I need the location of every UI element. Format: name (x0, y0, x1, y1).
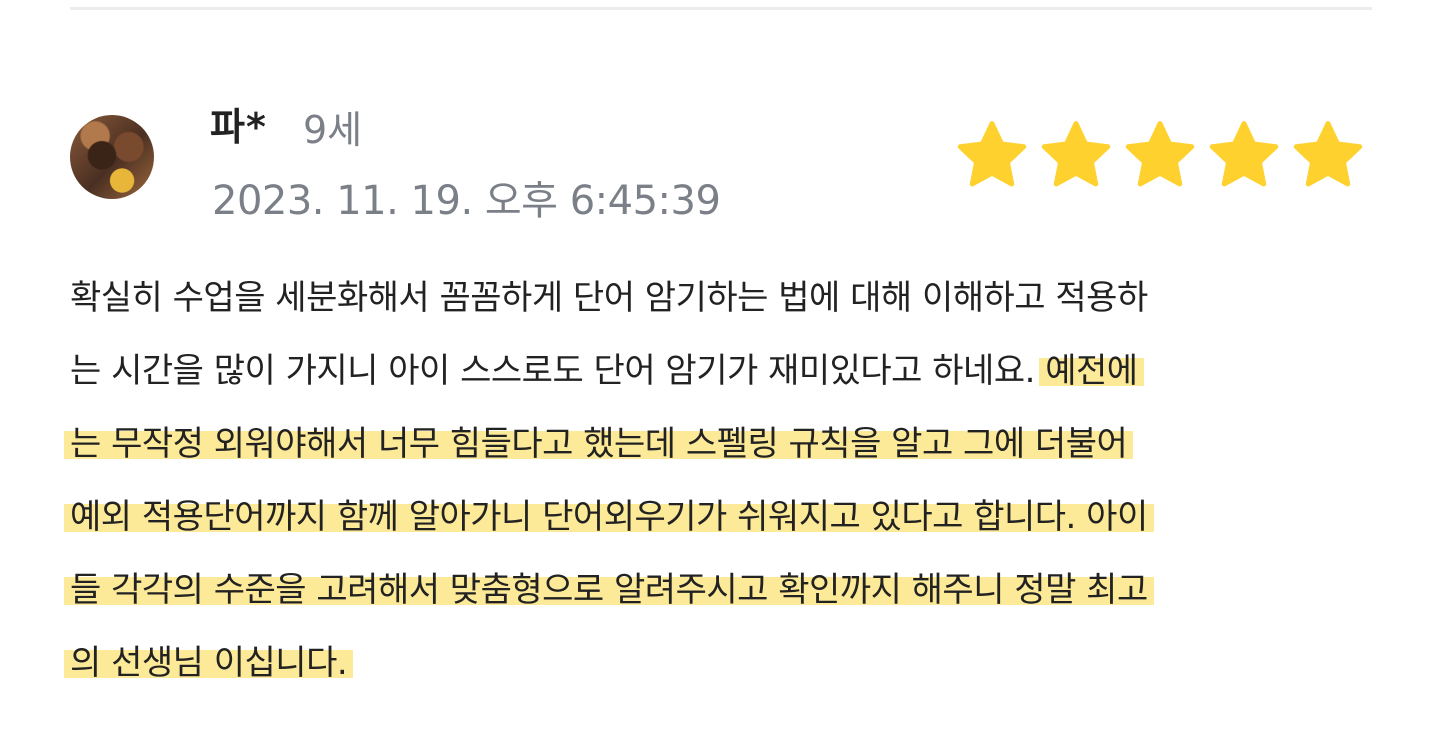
review-highlighted-text: 예외 적용단어까지 함께 알아가니 단어외우기가 쉬워지고 있다고 합니다. 아… (64, 497, 1154, 537)
review-line: 는 시간을 많이 가지니 아이 스스로도 단어 암기가 재미있다고 하네요. 예… (70, 341, 1380, 414)
avatar (70, 115, 154, 199)
star-icon (1293, 121, 1363, 187)
star-rating (955, 118, 1365, 196)
star-icon (1125, 121, 1195, 187)
review-highlighted-text: 는 무작정 외워야해서 너무 힘들다고 했는데 스펠링 규칙을 알고 그에 더불… (64, 424, 1134, 464)
review-line: 예외 적용단어까지 함께 알아가니 단어외우기가 쉬워지고 있다고 합니다. 아… (64, 487, 1380, 560)
star-icon (1041, 121, 1111, 187)
author-name: 파* (210, 105, 267, 149)
top-divider (70, 7, 1372, 10)
review-date: 2023. 11. 19. 오후 6:45:39 (212, 178, 721, 224)
star-icon (1209, 121, 1279, 187)
review-highlighted-text: 의 선생님 이십니다. (64, 643, 354, 683)
review-line: 의 선생님 이십니다. (64, 633, 1380, 706)
review-line: 들 각각의 수준을 고려해서 맞춤형으로 알려주시고 확인까지 해주니 정말 최… (64, 560, 1380, 633)
review-line: 는 무작정 외워야해서 너무 힘들다고 했는데 스펠링 규칙을 알고 그에 더불… (64, 414, 1380, 487)
review-highlighted-text: 예전에 (1039, 351, 1144, 391)
author-age: 9세 (303, 108, 363, 152)
review-text: 확실히 수업을 세분화해서 꼼꼼하게 단어 암기하는 법에 대해 이해하고 적용… (64, 268, 1380, 706)
review-plain-text: 확실히 수업을 세분화해서 꼼꼼하게 단어 암기하는 법에 대해 이해하고 적용… (70, 278, 1148, 318)
review-line: 확실히 수업을 세분화해서 꼼꼼하게 단어 암기하는 법에 대해 이해하고 적용… (70, 268, 1380, 341)
review-plain-text: 는 시간을 많이 가지니 아이 스스로도 단어 암기가 재미있다고 하네요. (70, 351, 1046, 391)
review-highlighted-text: 들 각각의 수준을 고려해서 맞춤형으로 알려주시고 확인까지 해주니 정말 최… (64, 570, 1154, 610)
star-icon (957, 121, 1027, 187)
